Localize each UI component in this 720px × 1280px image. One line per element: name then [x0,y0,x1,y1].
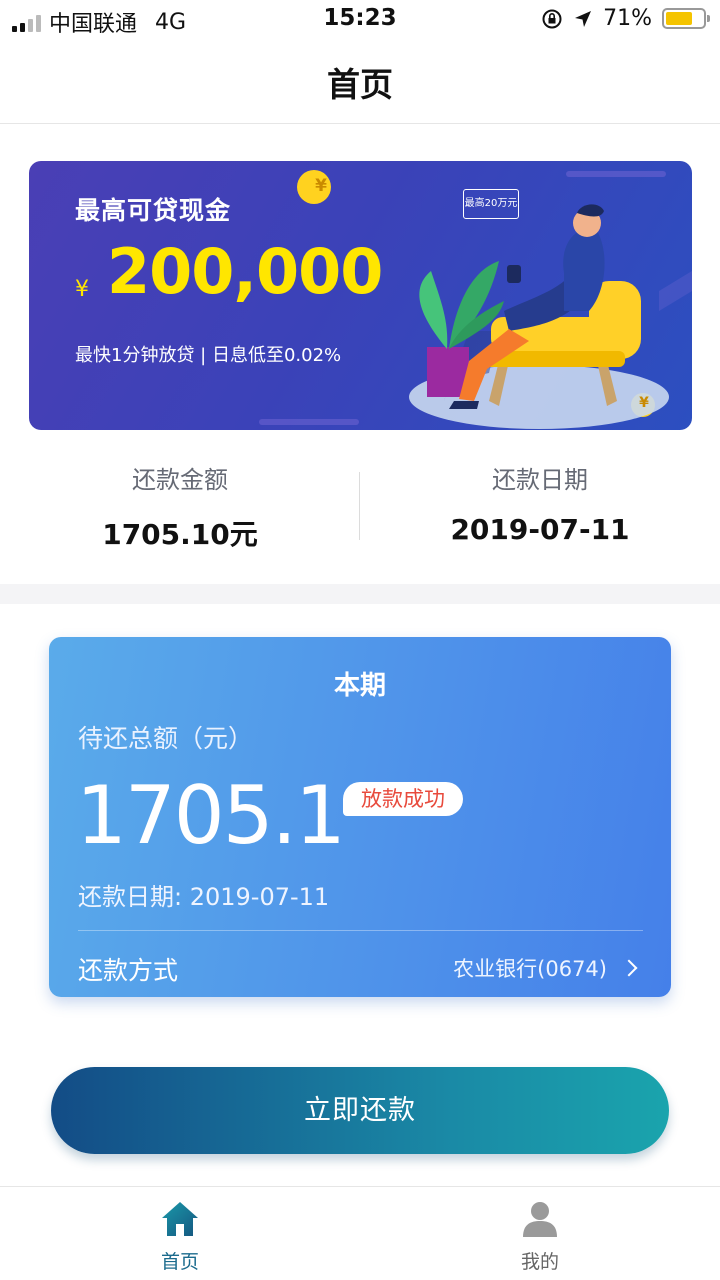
summary-amount-label: 还款金额 [132,466,228,494]
orientation-lock-icon [542,9,562,28]
status-badge: 放款成功 [343,782,463,816]
status-right: 71% [541,6,710,31]
summary-date: 还款日期 2019-07-11 [360,460,720,546]
total-due-label: 待还总额（元） [78,724,254,753]
page-title: 首页 [327,65,393,104]
summary-date-label: 还款日期 [492,466,588,494]
chevron-right-icon [620,959,638,977]
repay-method-selector[interactable]: 农业银行(0674) [453,953,638,983]
section-separator [0,584,720,604]
summary-date-value: 2019-07-11 [450,513,630,546]
due-date: 还款日期: 2019-07-11 [78,883,330,911]
coin-symbol-small: ¥ [639,395,649,411]
coin-symbol: ¥ [315,176,327,196]
current-period-card: 本期 待还总额（元） 1705.1 放款成功 还款日期: 2019-07-11 … [49,637,671,997]
loan-banner[interactable]: ¥ ¥ 最高20万元 最高可贷现金 ¥ 200,000 最快1分钟放贷 | 日息… [29,161,692,430]
nav-bar: 首页 [0,40,720,124]
location-arrow-icon [575,10,592,27]
repay-summary: 还款金额 1705.10元 还款日期 2019-07-11 [0,440,720,584]
home-icon [162,1202,198,1236]
repay-now-button[interactable]: 立即还款 [51,1067,669,1154]
banner-subtitle: 最快1分钟放贷 | 日息低至0.02% [75,345,342,366]
tab-home[interactable]: 首页 [0,1199,360,1274]
tab-mine[interactable]: 我的 [360,1199,720,1274]
battery-percent: 71% [603,6,652,31]
summary-amount: 还款金额 1705.10元 [0,460,360,553]
period-title: 本期 [333,671,386,701]
tab-home-label: 首页 [160,1251,199,1273]
banner-heading: 最高可贷现金 [75,196,232,225]
repay-method-label: 还款方式 [78,956,179,985]
max-amount-bubble: 最高20万元 [463,189,519,219]
banner-amount: 200,000 [107,235,383,308]
battery-icon [662,8,710,29]
tab-bar: 首页 我的 [0,1186,720,1280]
card-divider [78,930,643,931]
currency-symbol: ¥ [75,277,89,302]
summary-amount-value: 1705.10元 [102,518,258,551]
tab-mine-label: 我的 [520,1251,559,1273]
user-icon [523,1202,557,1237]
total-due-amount: 1705.1 [76,769,346,862]
bank-account: 农业银行(0674) [453,957,607,981]
status-bar: 中国联通 4G 15:23 71% [0,0,720,40]
